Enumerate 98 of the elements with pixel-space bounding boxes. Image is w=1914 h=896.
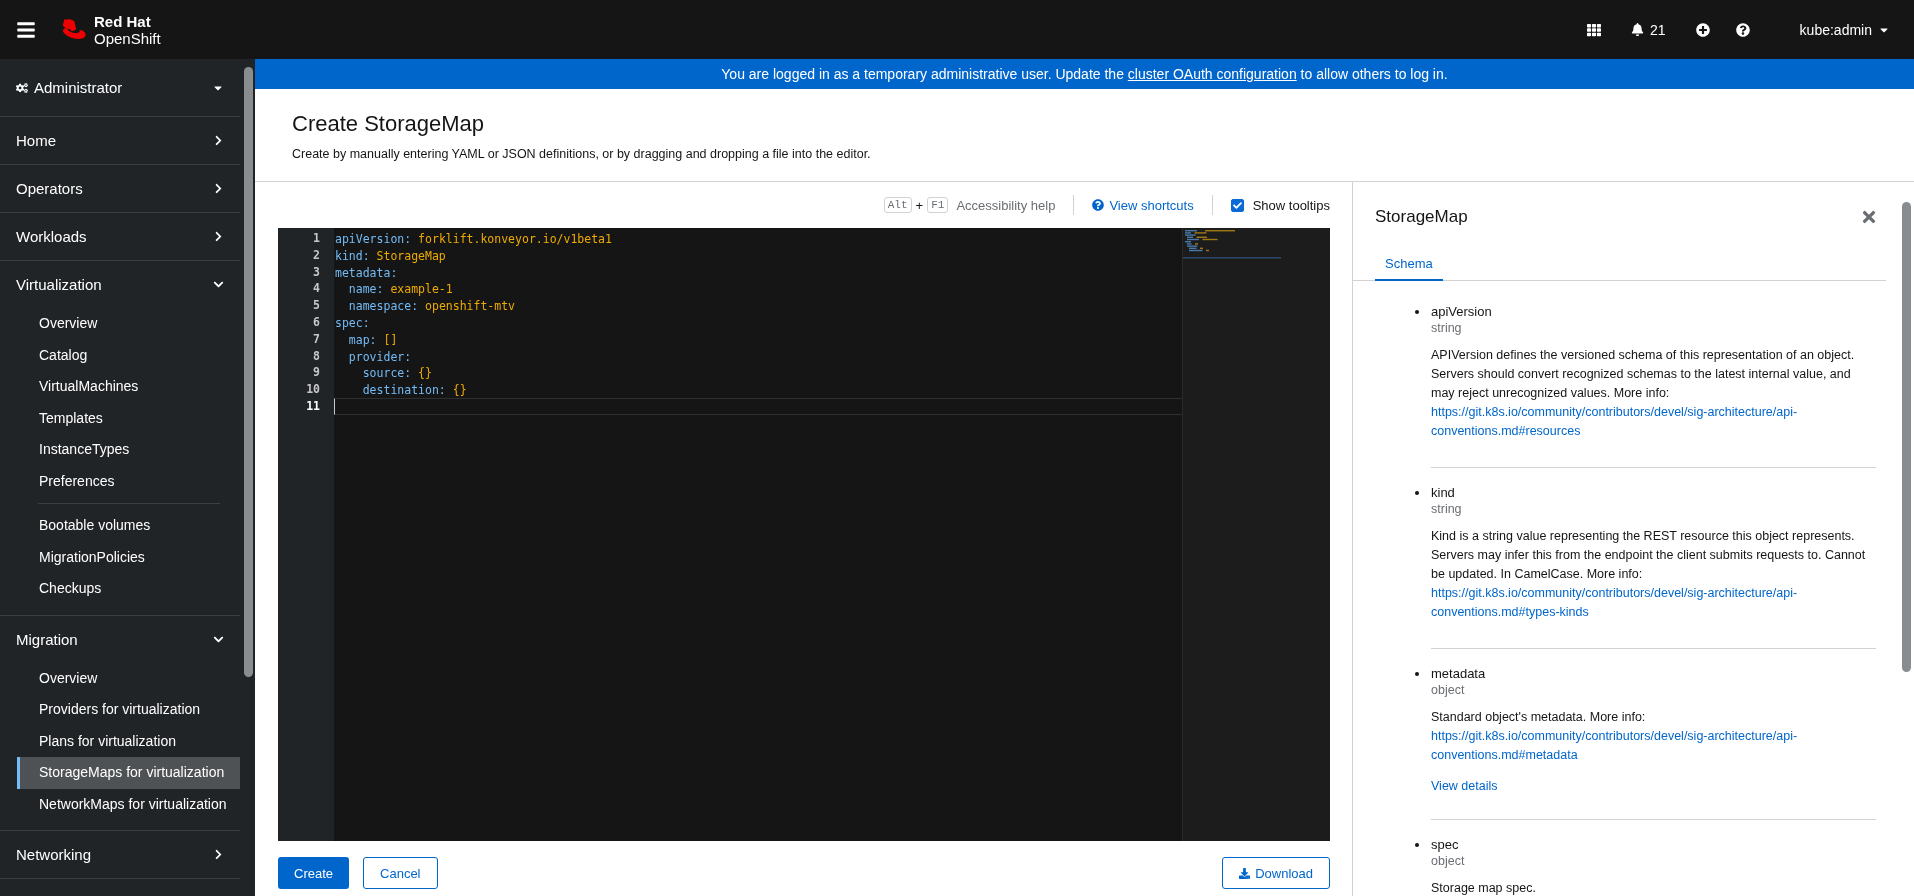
line-number: 11 [305,397,321,415]
page-description: Create by manually entering YAML or JSON definitions, or by dragging and dropping a file into the editor. [292,147,872,161]
cogs-icon [16,81,28,94]
field-name: spec [1431,836,1460,853]
bullet-icon [1415,843,1419,847]
line-number: 10 [305,381,321,398]
line-number: 3 [312,263,321,281]
plus-sign: + [915,197,924,213]
code-line: provider: [347,348,413,365]
chevron-right-icon [213,849,224,860]
code-line: name: example-1 [347,281,454,298]
nav-item[interactable]: Bootable volumes [17,510,240,542]
field-description: APIVersion defines the versioned schema of this representation of an object. Servers should convert recognized schemas to the latest internal value, and may reject unrecognized values. More info: [1431,347,1856,402]
nav-item[interactable]: Plans for virtualization [17,725,240,757]
nav-section[interactable]: Workloads [0,213,240,260]
create-button[interactable]: Create [278,857,350,889]
nav-section[interactable]: Home [0,117,240,164]
app-launcher-icon[interactable] [1587,22,1602,37]
field-type: object [1431,853,1466,870]
tab[interactable]: Schema [1375,248,1443,281]
nav-section[interactable]: Operators [0,165,240,212]
perspective-switcher[interactable]: Administrator [0,59,240,117]
code-editor[interactable]: 1 2 3 4 5 6 7 8 9 10 11 apiVersion: forklift.konveyor.io/v1beta1 kind: StorageMap metadata: name: example-1 namespace: openshift-mtv spec: map: [] provider: source: {} destination: {} [278,228,1330,841]
line-number: 2 [312,246,321,264]
chevron-right-icon [213,135,224,146]
field-type: string [1431,501,1463,518]
code-line: source: {} [361,365,433,382]
line-number: 4 [312,280,321,298]
field-name: kind [1431,484,1456,501]
docs-link[interactable]: https://git.k8s.io/community/contributors/devel/sig-architecture/api-conventions.md#metadata [1431,727,1876,765]
scrollbar-thumb[interactable] [1902,202,1911,672]
add-icon[interactable] [1695,22,1710,37]
download-icon [1239,867,1251,879]
nav-item[interactable]: NetworkMaps for virtualization [17,788,240,820]
chevron-down-icon [213,279,224,290]
bullet-icon [1415,491,1419,495]
checkbox-label: Show tooltips [1252,197,1330,213]
banner-message: You are logged in as a temporary administrative user. Update the cluster OAuth configuration to allow others to log in. [255,59,1914,89]
chevron-right-icon [213,231,224,242]
scrollbar-thumb[interactable] [244,67,253,677]
help-icon[interactable] [1735,22,1750,37]
bell-icon [1631,23,1645,36]
line-number: 6 [312,314,321,331]
bullet-icon [1415,672,1419,676]
oauth-link[interactable]: cluster OAuth configuration [1127,66,1297,82]
view-shortcuts-link[interactable]: View shortcuts [1092,197,1194,213]
line-number: 7 [312,330,321,348]
field-description: Standard object's metadata. More info: [1431,709,1647,726]
docs-link[interactable]: https://git.k8s.io/community/contributors/devel/sig-architecture/api-conventions.md#resources [1431,403,1876,441]
field-type: object [1431,682,1466,699]
field-type: string [1431,320,1463,337]
panel-title: StorageMap [1375,207,1468,227]
nav-section[interactable]: Networking [0,831,240,878]
nav-item[interactable]: Checkups [17,573,240,605]
cancel-button[interactable]: Cancel [363,857,438,889]
brand-name: Red Hat [94,12,152,30]
code-line: kind: StorageMap [334,247,447,264]
nav-item[interactable]: MigrationPolicies [17,541,240,573]
nav-item[interactable]: StorageMaps for virtualization [17,757,240,789]
view-details-link[interactable]: View details [1431,779,1498,793]
product-name: OpenShift [94,29,161,47]
key-label: F1 [927,197,949,213]
notifications-button[interactable]: 21 [1627,17,1670,42]
line-number: 5 [312,297,321,314]
nav-section[interactable]: Virtualization [0,261,240,308]
code-line: apiVersion: forklift.konveyor.io/v1beta1 [334,231,613,247]
line-number: 1 [312,230,321,247]
checkbox[interactable] [1230,198,1244,212]
docs-link[interactable]: https://git.k8s.io/community/contributors/devel/sig-architecture/api-conventions.md#types-kinds [1431,584,1876,622]
nav-item[interactable]: Templates [17,402,240,434]
nav-item[interactable]: VirtualMachines [17,371,240,403]
field-description: Kind is a string value representing the REST resource this object represents. Servers may infer this from the endpoint the client submits requests to. Cannot be updated. In CamelCase. More info: [1431,528,1867,583]
nav-item[interactable]: Providers for virtualization [17,694,240,726]
code-line: destination: {} [361,382,468,398]
code-line: spec: [334,315,371,331]
code-line: map: [] [347,331,399,348]
line-number: 8 [312,347,321,365]
field-name: metadata [1431,665,1487,682]
user-menu[interactable]: kube:admin [1795,17,1894,42]
code-line: metadata: [334,264,399,281]
line-number: 9 [312,364,321,382]
nav-item[interactable]: Overview [17,308,240,340]
code-line: namespace: openshift-mtv [347,298,517,314]
download-button[interactable]: Download [1222,857,1330,889]
nav-item[interactable]: Catalog [17,339,240,371]
nav-section[interactable]: Migration [0,615,240,663]
nav-item[interactable]: Preferences [17,465,240,497]
help-icon [1092,199,1105,211]
nav-item[interactable]: Overview [17,662,240,694]
page-title: Create StorageMap [292,111,485,137]
field-name: apiVersion [1431,303,1493,320]
bullet-icon [1415,310,1419,314]
field-description: Storage map spec. [1431,880,1537,896]
menu-icon[interactable] [16,19,36,40]
accessibility-help-text: Accessibility help [956,197,1056,213]
nav-item[interactable]: InstanceTypes [17,434,240,466]
chevron-right-icon [213,183,224,194]
key-label: Alt [883,197,912,213]
